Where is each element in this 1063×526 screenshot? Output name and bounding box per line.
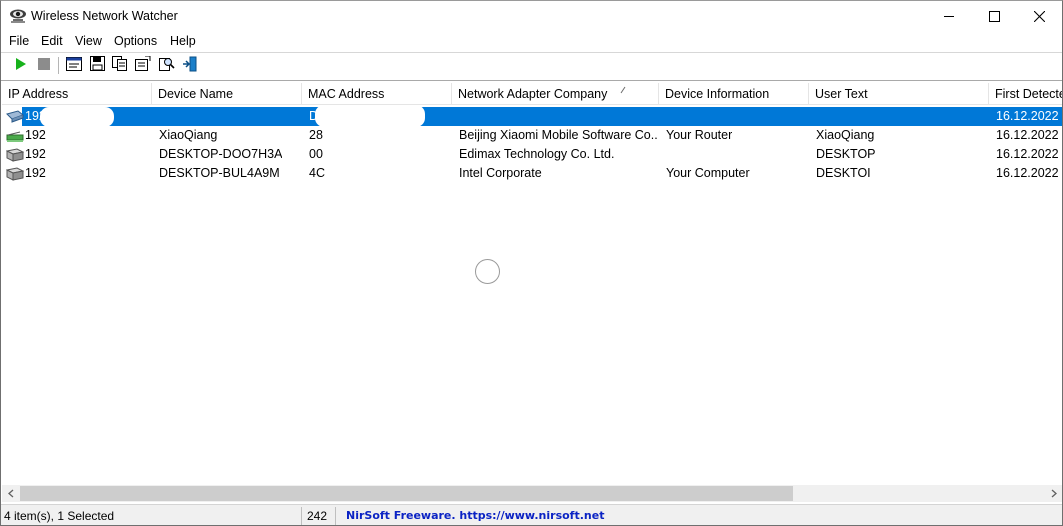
properties-button[interactable]: [134, 55, 152, 74]
status-bar: 4 item(s), 1 Selected 242 NirSoft Freewa…: [1, 504, 1062, 525]
find-button[interactable]: [158, 56, 176, 74]
cell-device-name: DESKTOP-DOO7H3A: [159, 147, 283, 161]
stop-scan-button[interactable]: [35, 56, 53, 74]
scroll-right-button[interactable]: [1045, 485, 1062, 502]
nirsoft-link[interactable]: NirSoft Freeware. https://www.nirsoft.ne…: [343, 505, 604, 525]
menu-file[interactable]: File: [9, 34, 29, 48]
column-device-information[interactable]: Device Information: [659, 83, 809, 105]
table-row[interactable]: 192 DESKTOP-DOO7H3A 00 Edimax Technology…: [2, 145, 1062, 164]
chevron-left-icon: [7, 487, 14, 501]
status-items: 4 item(s), 1 Selected: [4, 509, 115, 523]
status-divider: [301, 507, 302, 525]
menu-view[interactable]: View: [75, 34, 102, 48]
cell-user-text: XiaoQiang: [816, 128, 875, 142]
cell-ip: 192: [25, 128, 46, 142]
menu-bar: File Edit View Options Help: [1, 32, 1062, 52]
cell-mac: 28: [309, 128, 323, 142]
cell-first-detected: 16.12.2022 12: [996, 128, 1062, 142]
toolbar-separator: [58, 57, 59, 74]
toolbar-divider: [1, 80, 1062, 81]
cell-company: Intel Corporate: [459, 166, 542, 180]
eye-network-icon: [9, 8, 27, 24]
menu-edit[interactable]: Edit: [41, 34, 63, 48]
cell-device-name: XiaoQiang: [159, 128, 218, 142]
html-report-button[interactable]: [65, 56, 83, 74]
cell-first-detected: 16.12.2022 12: [996, 147, 1062, 161]
cell-company: Edimax Technology Co. Ltd.: [459, 147, 615, 161]
scroll-left-button[interactable]: [2, 485, 19, 502]
exit-button[interactable]: [181, 56, 199, 74]
close-button[interactable]: [1016, 1, 1062, 32]
window-title: Wireless Network Watcher: [31, 9, 178, 23]
cell-ip: 192: [25, 147, 46, 161]
app-window: Wireless Network Watcher File Edit View …: [0, 0, 1063, 526]
cell-first-detected: 16.12.2022 12: [996, 109, 1062, 123]
stop-icon: [38, 57, 50, 73]
menu-help[interactable]: Help: [170, 34, 196, 48]
cell-mac: 00: [309, 147, 323, 161]
start-scan-button[interactable]: [12, 56, 30, 74]
column-device-name[interactable]: Device Name: [152, 83, 302, 105]
cell-user-text: DESKTOP: [816, 147, 876, 161]
minimize-button[interactable]: [926, 1, 972, 32]
report-window-icon: [66, 56, 82, 74]
cell-user-text: DESKTOI: [816, 166, 871, 180]
table-row[interactable]: 192 D 16.12.2022 12: [2, 107, 1062, 126]
table-row[interactable]: 192 XiaoQiang 28 Beijing Xiaomi Mobile S…: [2, 126, 1062, 145]
computer-icon: [5, 147, 25, 162]
horizontal-scrollbar[interactable]: [2, 485, 1062, 502]
column-mac-address[interactable]: MAC Address: [302, 83, 452, 105]
toolbar: [1, 53, 1062, 78]
cell-device-name: DESKTOP-BUL4A9M: [159, 166, 280, 180]
cell-company: Beijing Xiaomi Mobile Software Co....: [459, 128, 657, 142]
device-list[interactable]: IP Address Device Name MAC Address Netwo…: [2, 82, 1062, 485]
scrollbar-thumb[interactable]: [20, 486, 793, 501]
status-number: 242: [307, 509, 328, 523]
list-header: IP Address Device Name MAC Address Netwo…: [2, 83, 1062, 105]
router-icon: [6, 128, 24, 143]
play-icon: [15, 57, 27, 73]
cell-info: Your Computer: [666, 166, 750, 180]
column-network-adapter-company[interactable]: Network Adapter Company: [452, 83, 659, 105]
status-divider: [335, 507, 336, 525]
column-ip-address[interactable]: IP Address: [2, 83, 152, 105]
network-adapter-icon: [6, 109, 25, 124]
computer-icon: [5, 166, 25, 181]
title-bar[interactable]: Wireless Network Watcher: [1, 1, 1062, 32]
search-icon: [159, 56, 175, 75]
menu-options[interactable]: Options: [114, 34, 157, 48]
floppy-disk-icon: [89, 56, 105, 74]
cell-mac: 4C: [309, 166, 325, 180]
table-row[interactable]: 192 DESKTOP-BUL4A9M 4C Intel Corporate Y…: [2, 164, 1062, 183]
copy-button[interactable]: [111, 56, 129, 74]
sort-indicator-icon: [620, 86, 626, 97]
cell-info: Your Router: [666, 128, 733, 142]
copy-icon: [112, 56, 128, 74]
cell-ip: 192: [25, 166, 46, 180]
column-user-text[interactable]: User Text: [809, 83, 989, 105]
maximize-button[interactable]: [971, 1, 1017, 32]
redaction-mask: [40, 107, 114, 127]
redaction-mask: [315, 105, 425, 127]
properties-icon: [135, 55, 151, 74]
exit-door-icon: [182, 56, 198, 75]
cell-first-detected: 16.12.2022 12: [996, 166, 1062, 180]
chevron-right-icon: [1051, 487, 1057, 501]
loading-spinner-icon: [475, 259, 500, 284]
column-first-detected[interactable]: First Detected: [989, 83, 1062, 105]
selection-highlight: [22, 107, 1062, 126]
save-button[interactable]: [88, 56, 106, 74]
